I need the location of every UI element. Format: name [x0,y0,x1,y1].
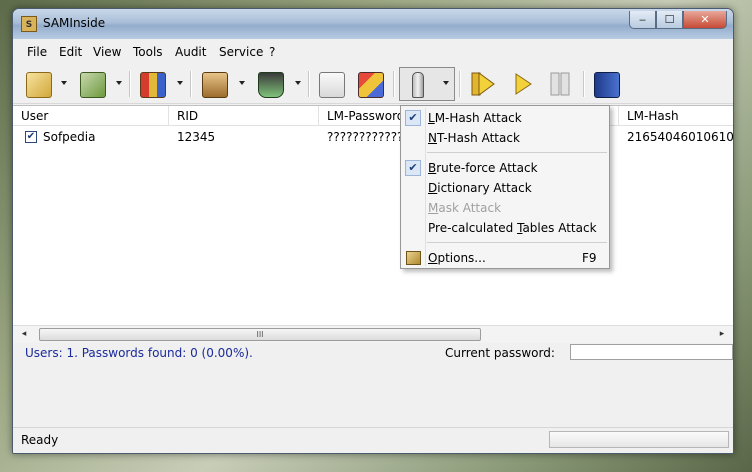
summary-line: Users: 1. Passwords found: 0 (0.00%). Cu… [13,343,733,365]
saminside-window: S SAMInside ‒ ☐ ✕ File Edit View Tools A… [12,8,734,454]
status-text: Ready [21,433,59,447]
start-attack-glyph [471,72,495,96]
toolbar-separator [459,71,461,97]
current-password-field[interactable] [570,344,733,360]
checklist-icon[interactable] [316,69,346,99]
current-password-label: Current password: [445,346,555,360]
recycle-bin-icon[interactable] [255,69,285,99]
horizontal-scrollbar[interactable]: ◂ III ▸ [13,325,733,343]
minimize-button[interactable]: ‒ [629,11,656,29]
toolbar-separator [190,71,192,97]
toolbar-separator [583,71,585,97]
toolbar [13,63,733,104]
chevron-down-icon[interactable] [239,81,245,85]
cell-lm-password[interactable]: ????????????? [319,128,409,146]
pause-icon[interactable] [545,69,575,99]
window-title: SAMInside [43,16,106,30]
user-table[interactable]: User RID LM-Password LM-Hash ✔ Sofpedia … [13,105,733,328]
cell-lm-hash[interactable]: 21654046010610 [619,128,733,146]
menu-help[interactable]: ? [269,45,275,59]
menu-item-precalculated-tables-attack[interactable]: Pre-calculated Tables Attack [401,218,609,238]
key-attack-icon[interactable] [403,69,433,99]
play-icon[interactable] [507,69,537,99]
toolbar-separator [308,71,310,97]
users-summary: Users: 1. Passwords found: 0 (0.00%). [25,346,253,360]
cell-user[interactable]: Sofpedia [35,128,169,146]
menu-edit[interactable]: Edit [59,45,82,59]
menu-separator [427,152,607,153]
scroll-thumb[interactable]: III [39,328,481,341]
attack-dropdown-menu: ✔ LM-Hash Attack NT-Hash Attack ✔ Brute-… [400,105,610,269]
chevron-down-icon[interactable] [116,81,122,85]
menu-audit[interactable]: Audit [175,45,206,59]
menu-view[interactable]: View [93,45,121,59]
check-icon: ✔ [405,160,421,176]
cubes-icon[interactable] [355,69,385,99]
options-icon [406,251,421,265]
pause-glyph [550,72,570,96]
column-header-lm-hash[interactable]: LM-Hash [619,106,733,126]
app-icon: S [21,16,37,32]
scroll-right-icon[interactable]: ▸ [715,328,729,341]
open-folder-icon[interactable] [23,69,53,99]
status-bar: Ready [13,427,733,453]
scroll-left-icon[interactable]: ◂ [17,328,31,341]
start-attack-icon[interactable] [467,69,497,99]
menu-service[interactable]: Service [219,45,263,59]
column-header-rid[interactable]: RID [169,106,319,126]
column-header-user[interactable]: User [13,106,169,126]
title-bar[interactable]: S SAMInside ‒ ☐ ✕ [13,9,733,39]
maximize-button[interactable]: ☐ [656,11,683,29]
menu-item-lm-hash-attack[interactable]: ✔ LM-Hash Attack [401,108,609,128]
log-area [13,367,733,427]
play-glyph [515,73,532,95]
progress-panel [549,431,729,448]
menu-bar: File Edit View Tools Audit Service ? [13,42,733,62]
menu-item-dictionary-attack[interactable]: Dictionary Attack [401,178,609,198]
chevron-down-icon[interactable] [443,81,449,85]
chevron-down-icon[interactable] [177,81,183,85]
check-icon: ✔ [405,110,421,126]
chevron-down-icon[interactable] [61,81,67,85]
menu-file[interactable]: File [27,45,47,59]
users-icon[interactable] [137,69,167,99]
cell-rid[interactable]: 12345 [169,128,319,146]
import-icon[interactable] [77,69,107,99]
chevron-down-icon[interactable] [295,81,301,85]
menu-separator [427,242,607,243]
menu-item-options[interactable]: Options... F9 [401,248,609,268]
options-shortcut: F9 [582,251,597,265]
help-book-icon[interactable] [591,69,621,99]
menu-item-brute-force-attack[interactable]: ✔ Brute-force Attack [401,158,609,178]
menu-tools[interactable]: Tools [133,45,163,59]
toolbar-separator [129,71,131,97]
caption-buttons: ‒ ☐ ✕ [629,11,727,31]
menu-item-nt-hash-attack[interactable]: NT-Hash Attack [401,128,609,148]
toolbar-separator [393,71,395,97]
menu-item-mask-attack: Mask Attack [428,201,502,215]
database-icon[interactable] [199,69,229,99]
close-button[interactable]: ✕ [683,11,727,29]
